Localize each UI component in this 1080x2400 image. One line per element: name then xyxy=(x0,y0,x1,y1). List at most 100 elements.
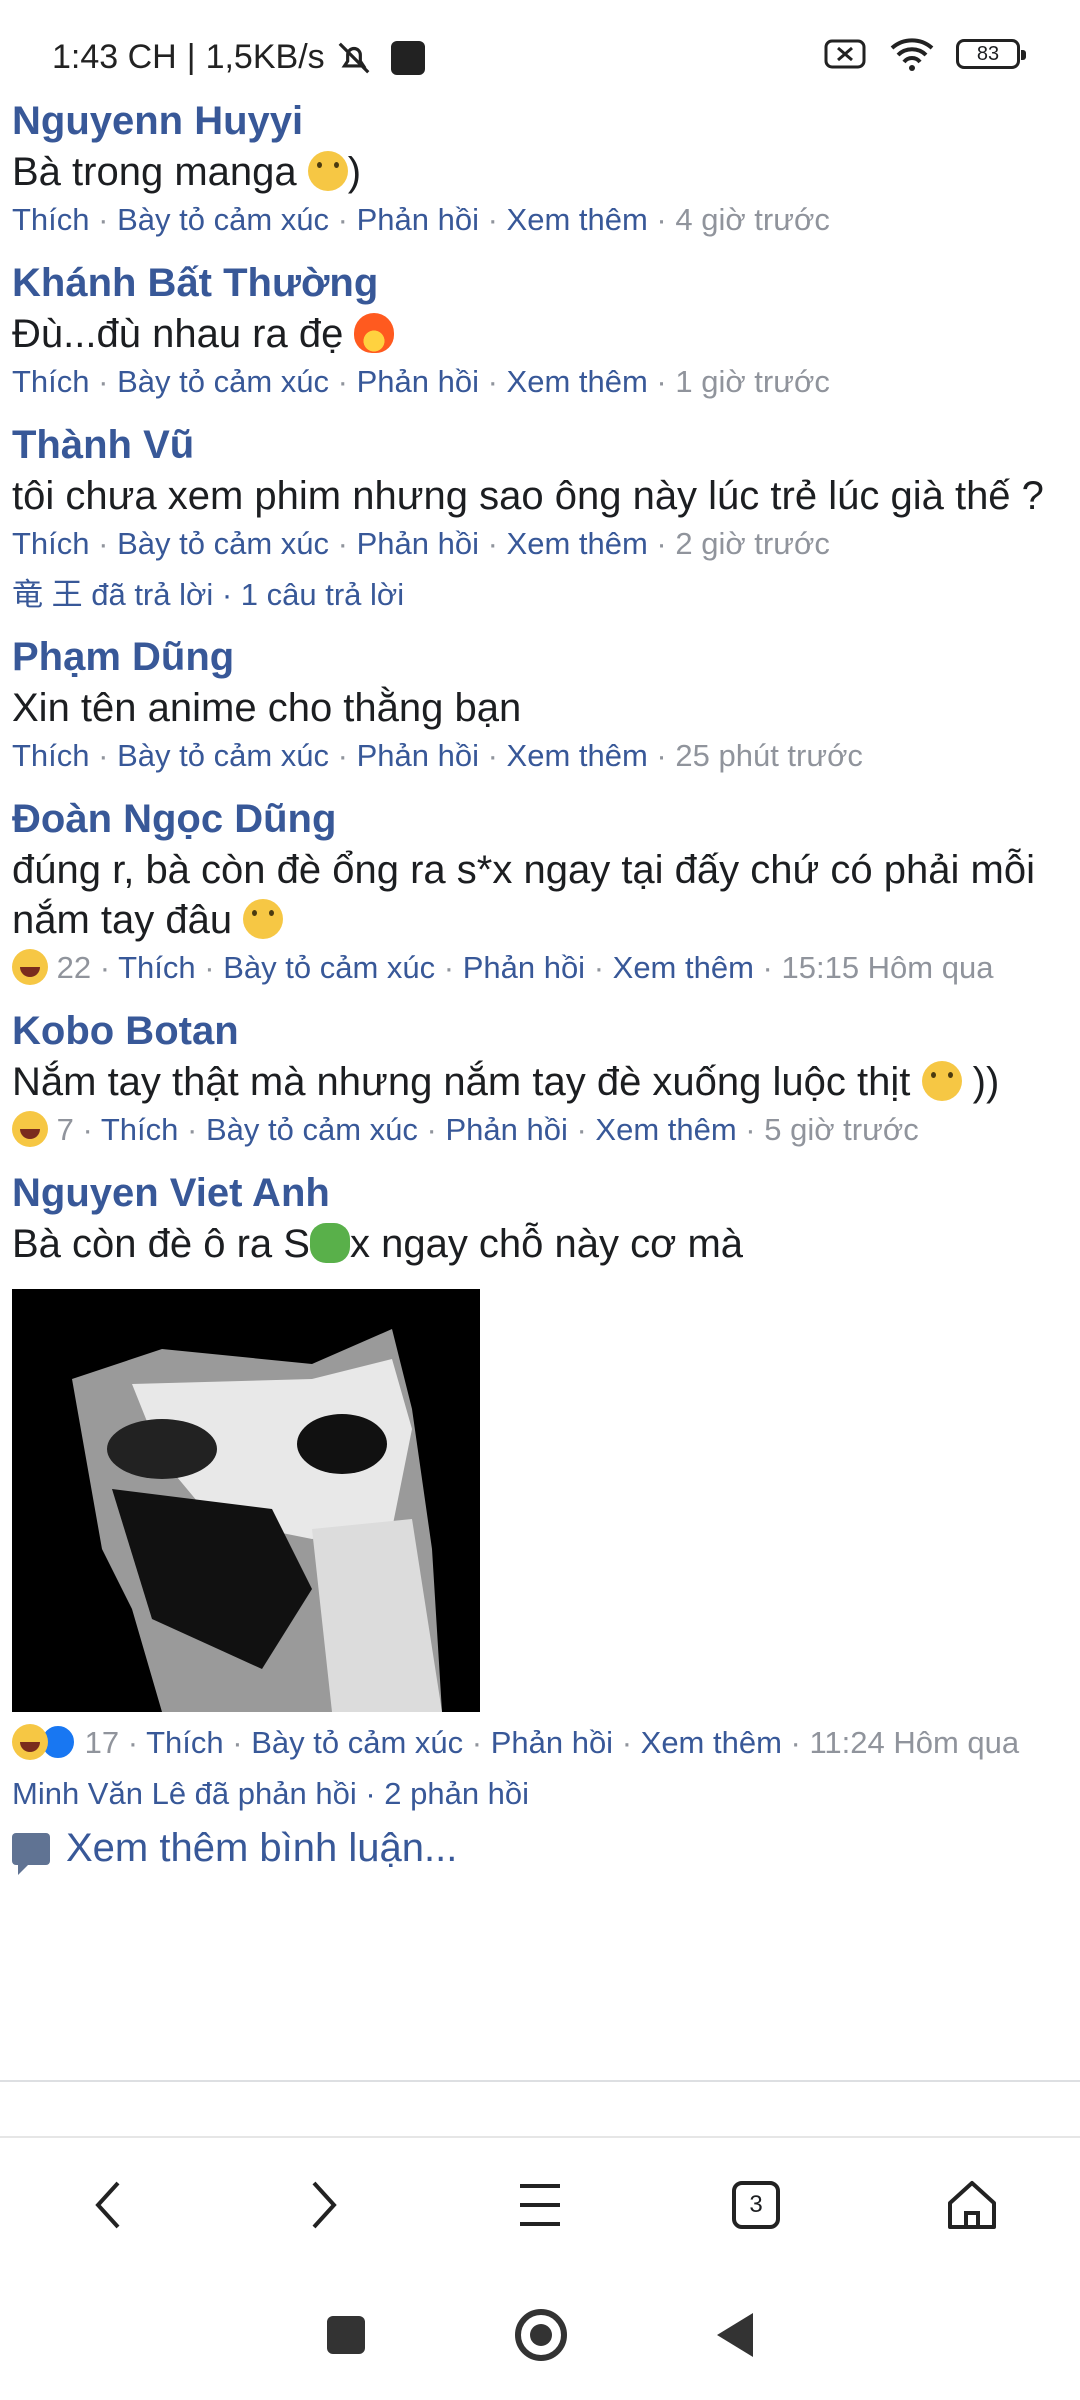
more-link[interactable]: Xem thêm xyxy=(507,526,648,561)
bell-off-icon xyxy=(338,42,370,73)
more-link[interactable]: Xem thêm xyxy=(641,1725,782,1760)
comment-time: 11:24 Hôm qua xyxy=(809,1725,1020,1760)
comment-text: Nắm tay thật mà nhưng nắm tay đè xuống l… xyxy=(12,1060,1000,1104)
comment-text: tôi chưa xem phim nhưng sao ông này lúc … xyxy=(12,474,1044,518)
home-button[interactable] xyxy=(927,2160,1017,2250)
comment-image[interactable] xyxy=(12,1289,480,1712)
smile-emoji-icon xyxy=(307,151,348,191)
replies-link[interactable]: 竜 王 đã trả lời · 1 câu trả lời xyxy=(12,573,1080,617)
comment-item: Kobo Botan Nắm tay thật mà nhưng nắm tay… xyxy=(0,1005,1080,1153)
comment-actions: 17 · Thích · Bày tỏ cảm xúc · Phản hồi ·… xyxy=(12,1720,1080,1766)
like-link[interactable]: Thích xyxy=(12,364,90,399)
network-speed: 1,5KB/s xyxy=(205,38,325,76)
more-link[interactable]: Xem thêm xyxy=(507,738,648,773)
comment-time: 2 giờ trước xyxy=(675,526,830,561)
status-right: 83 xyxy=(824,36,1026,72)
divider xyxy=(0,2080,1080,2082)
comment-item: Khánh Bất Thường Đù...đù nhau ra đẹ Thíc… xyxy=(0,257,1080,405)
comment-text: Bà còn đè ô ra Sx ngay chỗ này cơ mà xyxy=(12,1222,744,1266)
status-left: 1:43 CH | 1,5KB/s xyxy=(52,38,425,77)
reply-link[interactable]: Phản hồi xyxy=(357,202,479,237)
comment-text: Xin tên anime cho thằng bạn xyxy=(12,686,522,730)
more-comments-label: Xem thêm bình luận... xyxy=(66,1826,458,1870)
reply-link[interactable]: Phản hồi xyxy=(357,364,479,399)
comment-time: 15:15 Hôm qua xyxy=(781,950,994,985)
haha-reaction-icon xyxy=(12,1111,48,1147)
more-link[interactable]: Xem thêm xyxy=(613,950,754,985)
comment-author[interactable]: Phạm Dũng xyxy=(12,631,1080,683)
comment-text: Bà trong manga ) xyxy=(12,150,362,194)
react-link[interactable]: Bày tỏ cảm xúc xyxy=(117,364,329,399)
comment-actions: Thích · Bày tỏ cảm xúc · Phản hồi · Xem … xyxy=(12,526,830,561)
more-link[interactable]: Xem thêm xyxy=(507,202,648,237)
react-link[interactable]: Bày tỏ cảm xúc xyxy=(223,950,435,985)
cat-photo xyxy=(12,1289,480,1712)
comment-actions: 22 · Thích · Bày tỏ cảm xúc · Phản hồi ·… xyxy=(12,945,1080,991)
react-link[interactable]: Bày tỏ cảm xúc xyxy=(117,526,329,561)
notification-icon xyxy=(390,40,425,75)
comment-time: 4 giờ trước xyxy=(675,202,830,237)
no-sim-icon xyxy=(824,39,866,69)
like-link[interactable]: Thích xyxy=(12,738,90,773)
smile-emoji-icon xyxy=(921,1061,962,1101)
system-navbar xyxy=(0,2270,1080,2400)
reaction-count[interactable]: 7 xyxy=(57,1112,74,1147)
menu-icon xyxy=(520,2184,560,2226)
back-button[interactable] xyxy=(63,2160,153,2250)
tabs-button[interactable]: 3 xyxy=(711,2160,801,2250)
comment-author[interactable]: Kobo Botan xyxy=(12,1005,1080,1057)
comment-author[interactable]: Đoàn Ngọc Dũng xyxy=(12,793,1080,845)
status-bar: 1:43 CH | 1,5KB/s 83 xyxy=(0,0,1080,100)
like-link[interactable]: Thích xyxy=(12,202,90,237)
reaction-count[interactable]: 17 xyxy=(85,1725,119,1760)
comment-list: Nguyenn Huyyi Bà trong manga ) Thích · B… xyxy=(0,95,1080,1875)
battery-level: 83 xyxy=(976,42,1000,65)
more-comments-link[interactable]: Xem thêm bình luận... xyxy=(0,1826,1080,1875)
fire-emoji-icon xyxy=(354,313,395,353)
haha-reaction-icon xyxy=(12,949,48,985)
back-nav-button[interactable] xyxy=(717,2313,753,2357)
like-link[interactable]: Thích xyxy=(101,1112,179,1147)
menu-button[interactable] xyxy=(495,2160,585,2250)
chevron-left-icon xyxy=(95,2181,120,2229)
like-link[interactable]: Thích xyxy=(146,1725,224,1760)
reply-link[interactable]: Phản hồi xyxy=(357,526,479,561)
comment-author[interactable]: Nguyenn Huyyi xyxy=(12,95,1080,147)
comment-author[interactable]: Nguyen Viet Anh xyxy=(12,1167,1080,1219)
comment-time: 1 giờ trước xyxy=(675,364,830,399)
reaction-count[interactable]: 22 xyxy=(57,950,91,985)
status-time: 1:43 CH xyxy=(52,38,177,76)
wifi-icon xyxy=(890,38,934,71)
react-link[interactable]: Bày tỏ cảm xúc xyxy=(117,202,329,237)
comment-item: Đoàn Ngọc Dũng đúng r, bà còn đè ổng ra … xyxy=(0,793,1080,991)
reply-link[interactable]: Phản hồi xyxy=(445,1112,567,1147)
reply-link[interactable]: Phản hồi xyxy=(463,950,585,985)
more-link[interactable]: Xem thêm xyxy=(507,364,648,399)
like-link[interactable]: Thích xyxy=(12,526,90,561)
replies-link[interactable]: Minh Văn Lê đã phản hồi · 2 phản hồi xyxy=(12,1772,1080,1816)
react-link[interactable]: Bày tỏ cảm xúc xyxy=(251,1725,463,1760)
battery-icon: 83 xyxy=(956,39,1026,69)
react-link[interactable]: Bày tỏ cảm xúc xyxy=(206,1112,418,1147)
like-link[interactable]: Thích xyxy=(118,950,196,985)
reply-link[interactable]: Phản hồi xyxy=(491,1725,613,1760)
comment-author[interactable]: Khánh Bất Thường xyxy=(12,257,1080,309)
comment-item: Phạm Dũng Xin tên anime cho thằng bạn Th… xyxy=(0,631,1080,779)
comment-text: Đù...đù nhau ra đẹ xyxy=(12,309,1080,359)
comment-actions: 7 · Thích · Bày tỏ cảm xúc · Phản hồi · … xyxy=(12,1107,1080,1153)
react-link[interactable]: Bày tỏ cảm xúc xyxy=(117,738,329,773)
reply-link[interactable]: Phản hồi xyxy=(357,738,479,773)
tabs-count: 3 xyxy=(749,2191,763,2218)
tabs-icon: 3 xyxy=(732,2181,780,2229)
more-link[interactable]: Xem thêm xyxy=(595,1112,736,1147)
chevron-right-icon xyxy=(312,2181,337,2229)
comment-actions: Thích · Bày tỏ cảm xúc · Phản hồi · Xem … xyxy=(12,738,863,773)
divider xyxy=(0,2136,1080,2138)
recents-button[interactable] xyxy=(327,2316,365,2354)
home-nav-button[interactable] xyxy=(515,2309,567,2361)
forward-button[interactable] xyxy=(279,2160,369,2250)
frog-emoji-icon xyxy=(309,1223,350,1263)
comment-actions: Thích · Bày tỏ cảm xúc · Phản hồi · Xem … xyxy=(12,202,830,237)
home-nav-dot xyxy=(530,2324,552,2346)
comment-author[interactable]: Thành Vũ xyxy=(12,419,1080,471)
